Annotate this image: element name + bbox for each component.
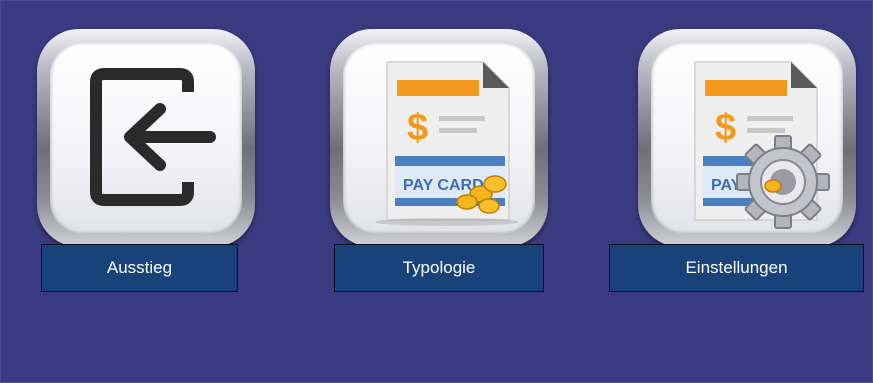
typology-label[interactable]: Typologie	[334, 244, 544, 292]
svg-text:$: $	[715, 107, 736, 149]
exit-label-text: Ausstieg	[106, 258, 173, 277]
exit-icon	[90, 68, 216, 206]
settings-label[interactable]: Einstellungen	[609, 244, 864, 292]
pay-card-document-icon: $ PAY CARD	[375, 61, 519, 226]
typology-button[interactable]: $ PAY CARD	[330, 29, 548, 247]
exit-label[interactable]: Ausstieg	[41, 244, 238, 292]
exit-button-face	[50, 42, 242, 234]
settings-label-text: Einstellungen	[685, 258, 788, 277]
pay-card-settings-icon: $ PAY C	[694, 61, 830, 229]
settings-button[interactable]: $ PAY C	[638, 29, 856, 247]
settings-button-face: $ PAY C	[651, 42, 843, 234]
typology-button-face: $ PAY CARD	[343, 42, 535, 234]
svg-text:$: $	[407, 107, 428, 149]
exit-button[interactable]	[37, 29, 255, 247]
gear-icon	[736, 135, 830, 229]
typology-label-text: Typologie	[402, 258, 476, 277]
